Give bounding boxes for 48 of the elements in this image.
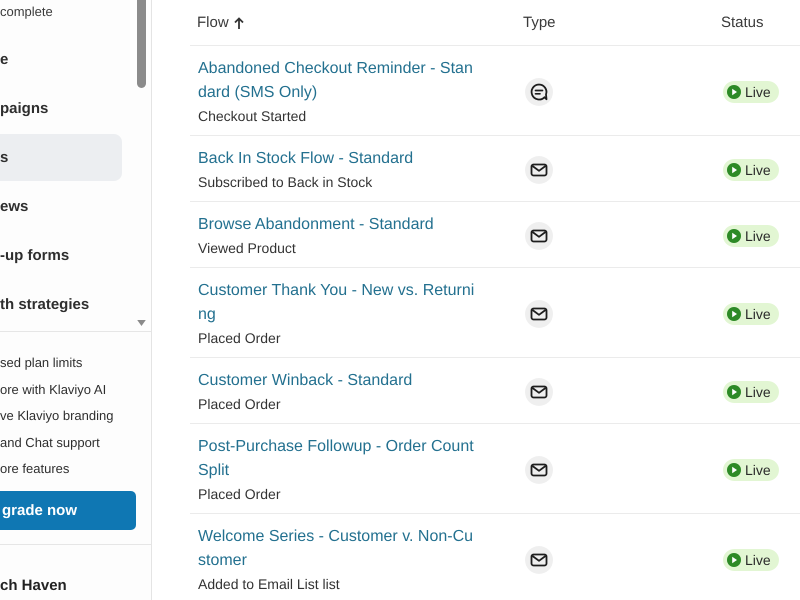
flow-name-link[interactable]: Welcome Series - Customer v. Non-Customer [198, 525, 479, 573]
status-badge: Live [723, 381, 779, 403]
play-circle-icon [727, 385, 741, 399]
status-badge: Live [723, 459, 779, 481]
nav-item[interactable]: -up forms [0, 232, 122, 279]
flow-name-link[interactable]: Customer Thank You - New vs. Returning [198, 279, 479, 327]
status-badge: Live [723, 303, 779, 325]
plan-feature-text: and Chat support [0, 434, 101, 452]
status-badge: Live [723, 81, 779, 103]
scroll-down-arrow-icon[interactable] [137, 320, 146, 326]
plan-feature-text: ore with Klaviyo AI [0, 380, 108, 399]
plan-feature-text: sed plan limits [0, 354, 84, 372]
flow-name-link[interactable]: Abandoned Checkout Reminder - Standard (SMS Only) [198, 57, 479, 105]
trigger-text: Placed Order [198, 485, 282, 504]
flow-name-link[interactable]: Post-Purchase Followup - Order Count Split [198, 435, 479, 483]
trigger-text: Checkout Started [198, 107, 308, 126]
account-name[interactable]: ch Haven [0, 576, 151, 594]
flow-name-link[interactable]: Browse Abandonment - Standard [198, 213, 479, 237]
sort-up-arrow-icon[interactable] [234, 16, 244, 28]
play-circle-icon [727, 229, 741, 243]
nav-item[interactable]: e [0, 36, 122, 83]
column-header[interactable]: Flow [197, 14, 229, 31]
status-badge: Live [723, 159, 779, 181]
column-header[interactable]: Type [523, 14, 556, 31]
nav-item[interactable]: s [0, 134, 122, 181]
plan-feature-text: ve Klaviyo branding [0, 407, 114, 425]
status-badge: Live [723, 549, 779, 571]
setup-status-text: complete [0, 3, 54, 21]
nav-item[interactable]: paigns [0, 85, 122, 132]
trigger-text: Placed Order [198, 329, 282, 348]
play-circle-icon [727, 307, 741, 321]
nav-item[interactable]: ews [0, 183, 122, 230]
status-badge: Live [723, 225, 779, 247]
trigger-text: Placed Order [198, 395, 282, 414]
nav-item[interactable]: th strategies [0, 281, 122, 328]
play-circle-icon [727, 163, 741, 177]
play-circle-icon [727, 553, 741, 567]
column-header[interactable]: Status [721, 14, 764, 31]
flow-name-link[interactable]: Back In Stock Flow - Standard [198, 147, 479, 171]
trigger-text: Viewed Product [198, 239, 297, 258]
upgrade-button[interactable]: grade now [0, 490, 136, 530]
trigger-text: Added to Email List list [198, 575, 341, 594]
play-circle-icon [727, 463, 741, 477]
play-circle-icon [727, 85, 741, 99]
plan-feature-text: ore features [0, 460, 70, 478]
flow-name-link[interactable]: Customer Winback - Standard [198, 369, 479, 393]
scrollbar-thumb[interactable] [137, 0, 146, 88]
trigger-text: Subscribed to Back in Stock [198, 173, 374, 192]
